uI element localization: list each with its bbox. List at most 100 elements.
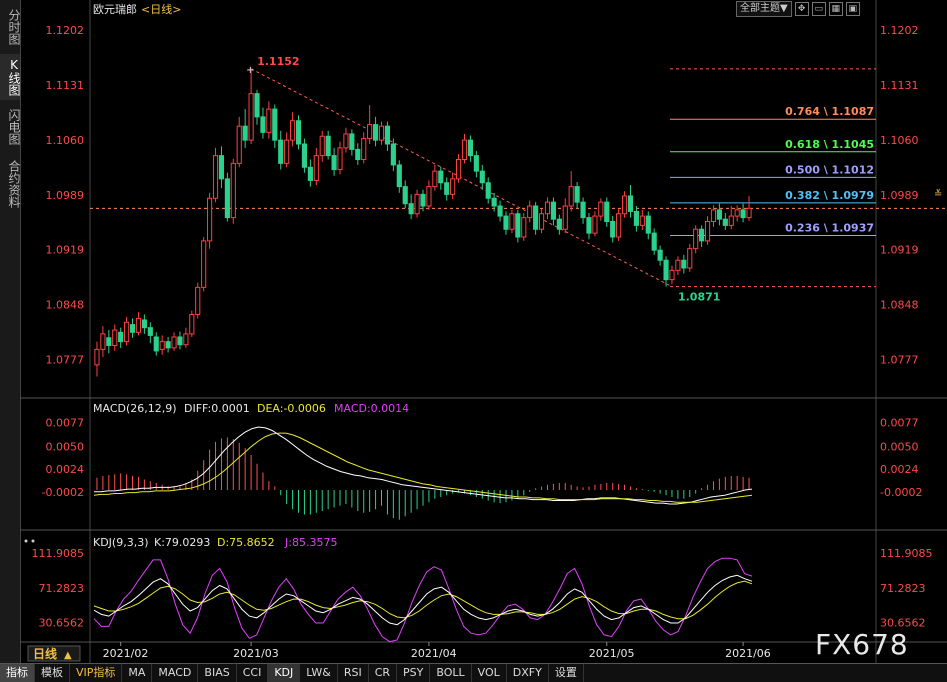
macd-diff-value: DIFF:0.0001 (184, 402, 250, 415)
macd-title: MACD(26,12,9) (93, 402, 177, 415)
date-label: 2021/06 (725, 647, 771, 660)
macd-hist-value: MACD:0.0014 (334, 402, 409, 415)
candle-body (201, 240, 207, 288)
indicator-tab-cci[interactable]: CCI (237, 664, 269, 682)
candle-body (580, 201, 586, 219)
candle-body (355, 148, 361, 161)
candle-body (562, 205, 568, 230)
candle-body (592, 215, 598, 234)
kdj-dot-icon (31, 539, 35, 543)
high-annotation: 1.1152 (257, 55, 299, 68)
candle-body (663, 259, 669, 281)
candle-body (586, 217, 592, 234)
candlestick-series (94, 68, 752, 377)
period-caret-icon: ▲ (64, 650, 72, 661)
candle-body (390, 143, 396, 166)
candle-body (402, 186, 408, 205)
candle-body (290, 120, 296, 141)
tab-contract-info[interactable]: 合约资料 (0, 154, 21, 214)
candle-body (746, 207, 752, 219)
candle-body (284, 139, 290, 164)
macd-tick-label: 0.0050 (46, 440, 85, 453)
macd-tick-label: 0.0024 (880, 463, 919, 476)
candle-body (396, 164, 402, 188)
tab-kline[interactable]: K线图 (0, 54, 21, 100)
indicator-tab-[interactable]: 模板 (35, 664, 70, 682)
candle-body (610, 221, 616, 238)
candle-body (118, 331, 124, 343)
candle-body (503, 215, 509, 230)
indicator-tab-boll[interactable]: BOLL (430, 664, 472, 682)
kdj-j-line (93, 557, 753, 643)
candle-body (165, 341, 171, 349)
candle-body (598, 201, 604, 217)
macd-tick-label: -0.0002 (42, 486, 84, 499)
candle-body (147, 327, 153, 336)
theme-dropdown-label: 全部主题 (740, 3, 780, 14)
candle-body (295, 120, 302, 145)
candle-body (681, 259, 687, 269)
candle-body (556, 218, 562, 230)
kdj-dot-icon (24, 539, 28, 543)
candle-body (266, 108, 272, 133)
candle-body (687, 248, 693, 269)
indicator-tab-macd[interactable]: MACD (152, 664, 199, 682)
indicator-tab-rsi[interactable]: RSI (338, 664, 369, 682)
candle-body (444, 182, 450, 195)
indicator-tab-[interactable]: 设置 (549, 664, 584, 682)
indicator-tab-dxfy[interactable]: DXFY (507, 664, 549, 682)
price-tick-label: 1.0848 (880, 298, 919, 311)
price-tick-label: 1.0777 (880, 353, 919, 366)
indicator-tab-vip[interactable]: VIP指标 (70, 664, 123, 682)
tab-lightning[interactable]: 闪电图 (0, 104, 21, 150)
indicator-tab-lw[interactable]: LW& (300, 664, 338, 682)
price-axis-left: 1.1202 1.1131 1.1060 1.0989 1.0919 1.0848 1.07… (46, 24, 85, 366)
indicator-tab-ma[interactable]: MA (122, 664, 153, 682)
theme-dropdown[interactable]: 全部主题▼ (736, 1, 792, 17)
indicator-tab-kdj[interactable]: KDJ (268, 664, 301, 682)
candle-body (485, 182, 491, 199)
candle-body (467, 139, 473, 157)
candle-body (509, 213, 515, 230)
fib-level-label: 0.618 \ 1.1045 (785, 138, 874, 151)
price-tick-label: 1.0919 (880, 243, 919, 256)
candle-body (450, 178, 456, 195)
candle-body (627, 195, 634, 212)
fullscreen-icon[interactable]: ▣ (845, 2, 860, 16)
indicator-tab-cr[interactable]: CR (369, 664, 398, 682)
indicator-tab-bar: 指标 模板 VIP指标 MA MACD BIAS CCI KDJ LW& RSI CR PSY BOLL… (0, 663, 947, 682)
chart-canvas[interactable]: 欧元瑞郎 <日线> 1.1202 1.1131 1.1060 1.0989 1.0919… (20, 0, 947, 663)
candle-body (141, 319, 147, 329)
kdj-d-value: D:75.8652 (217, 536, 275, 549)
candle-body (248, 93, 254, 141)
candle-body (521, 217, 527, 238)
candle-body (272, 108, 278, 141)
candle-body (432, 170, 438, 188)
candle-body (710, 209, 717, 222)
tab-timeshare[interactable]: 分时图 (0, 4, 21, 50)
price-tick-label: 1.0848 (46, 298, 85, 311)
candle-body (313, 155, 319, 181)
indicator-tab-vol[interactable]: VOL (472, 664, 507, 682)
candle-body (479, 170, 485, 184)
candle-body (260, 116, 266, 133)
indicator-tab-psy[interactable]: PSY (397, 664, 431, 682)
candle-body (699, 228, 705, 242)
settings-icon[interactable]: ▦ (828, 2, 843, 16)
crosshair-icon[interactable]: ✥ (794, 2, 809, 16)
candle-body (278, 139, 284, 164)
candle-body (616, 213, 622, 238)
price-tick-label: 1.0777 (46, 353, 85, 366)
date-label: 2021/05 (589, 647, 635, 660)
candle-body (574, 186, 580, 203)
last-price-marker: ≚ (934, 188, 942, 200)
zoom-out-icon[interactable]: ▭ (811, 2, 826, 16)
high-marker-icon: + (246, 65, 254, 76)
candle-body (473, 155, 479, 172)
indicator-tab-[interactable]: 指标 (0, 664, 35, 682)
indicator-tab-bias[interactable]: BIAS (198, 664, 237, 682)
kdj-legend: KDJ(9,3,3) K:79.0293 D:75.8652 J:85.3575 (93, 536, 337, 549)
candle-body (106, 337, 112, 346)
candle-body (325, 135, 331, 157)
fibonacci-levels: 0.764 \ 1.1087 0.618 \ 1.1045 0.500 \ 1.10… (90, 68, 947, 288)
